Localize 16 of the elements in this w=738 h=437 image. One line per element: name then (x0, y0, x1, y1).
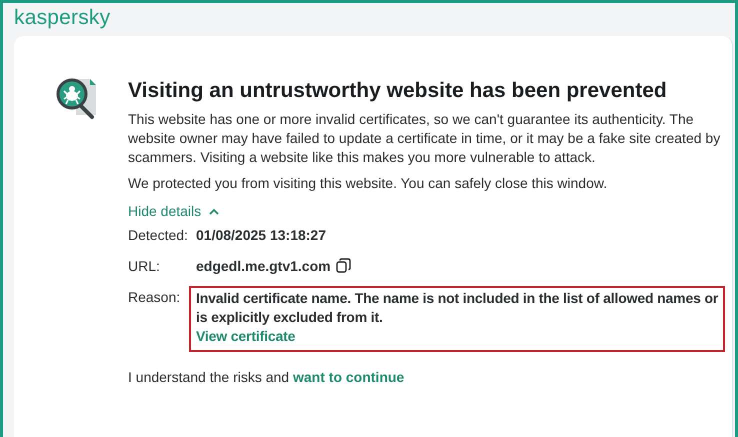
protection-note: We protected you from visiting this website. You can safely close this window. (128, 174, 608, 193)
url-value: edgedl.me.gtv1.com (196, 257, 331, 276)
detail-label: Reason: (128, 288, 182, 307)
reason-text: Invalid certificate name. The name is not included in the list of allowed names or is explicitly excluded from it. (196, 289, 719, 327)
chevron-icon[interactable] (209, 208, 220, 215)
page-title: Visiting an untrustworthy website has been prevented (128, 78, 668, 104)
continue-link[interactable]: want to continue (293, 369, 404, 385)
copy-icon[interactable] (336, 258, 351, 273)
kaspersky-logo: kaspersky (13, 5, 112, 31)
view-certificate-link[interactable]: View certificate (196, 327, 719, 346)
details-toggle-link[interactable]: Hide details (128, 202, 220, 221)
detail-label: Detected: (128, 226, 189, 245)
continue-text: I understand the risks and want to continue (128, 368, 406, 387)
detail-label: URL: (128, 257, 161, 276)
detail-value: 01/08/2025 13:18:27 (196, 226, 326, 245)
description-text: This website has one or more invalid certificates, so we can't guarantee its authenticity. The website owner may have failed to update a certificate in time, or it may be a fake site created by scammers. Visiting a website like this makes you more vulnerable to attack. (128, 110, 722, 167)
